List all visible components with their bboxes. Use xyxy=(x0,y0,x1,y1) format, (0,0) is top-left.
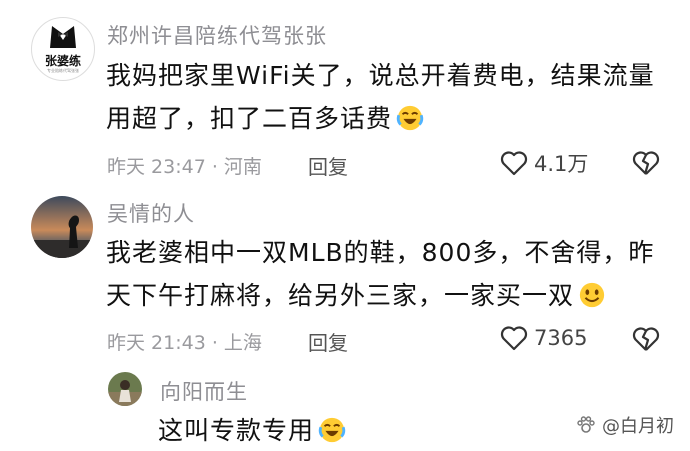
like-count: 7365 xyxy=(534,326,588,350)
comment-text-line-1-text: 这叫专款专用 xyxy=(158,416,315,445)
avatar-text: 张婆练 xyxy=(44,54,81,68)
reply-button[interactable]: 回复 xyxy=(308,151,348,180)
heart-icon xyxy=(500,326,528,351)
watermark-text: @白月初 xyxy=(602,416,674,437)
user-name[interactable]: 向阳而生 xyxy=(160,376,248,406)
comment-text-line-2-text: 天下午打麻将，给另外三家，一家买一双 xyxy=(106,281,575,310)
like-count: 4.1万 xyxy=(534,152,589,176)
outdoor-photo-avatar xyxy=(108,372,142,406)
heart-icon xyxy=(500,151,528,176)
laughing-crying-emoji-icon xyxy=(318,417,346,443)
user-avatar[interactable] xyxy=(31,196,93,258)
broken-heart-icon[interactable] xyxy=(632,326,660,352)
reply-button[interactable]: 回复 xyxy=(308,327,348,356)
smiling-emoji-icon xyxy=(579,282,605,308)
comment-time-location: 昨天 23:47 · 河南 xyxy=(107,156,262,178)
user-avatar[interactable] xyxy=(108,372,142,406)
comment-text-line-1: 我妈把家里WiFi关了，说总开着费电，结果流量 xyxy=(106,61,655,90)
watermark: @白月初 xyxy=(576,412,674,438)
comment-text-line-2-text: 用超了，扣了二百多话费 xyxy=(106,104,393,133)
like-button[interactable]: 4.1万 xyxy=(500,148,588,178)
comment-text-line-2: 用超了，扣了二百多话费 xyxy=(106,98,424,139)
user-name[interactable]: 吴情的人 xyxy=(107,198,195,228)
avatar-subtext: 专业陪练代驾张张 xyxy=(47,68,79,73)
paw-icon xyxy=(577,416,595,433)
laughing-crying-emoji-icon xyxy=(396,105,424,131)
comment-text-line-2: 天下午打麻将，给另外三家，一家买一双 xyxy=(106,275,606,316)
like-button[interactable]: 7365 xyxy=(500,325,587,351)
user-name[interactable]: 郑州许昌陪练代驾张张 xyxy=(107,20,327,50)
comment-text-line-1: 这叫专款专用 xyxy=(158,410,346,451)
comment-time-location: 昨天 21:43 · 上海 xyxy=(107,332,262,354)
user-avatar[interactable]: 张婆练 专业陪练代驾张张 xyxy=(31,17,95,81)
broken-heart-icon[interactable] xyxy=(632,150,660,176)
comment-text-line-1: 我老婆相中一双MLB的鞋，800多，不舍得，昨 xyxy=(106,238,655,267)
sunset-photo-avatar xyxy=(31,196,93,258)
